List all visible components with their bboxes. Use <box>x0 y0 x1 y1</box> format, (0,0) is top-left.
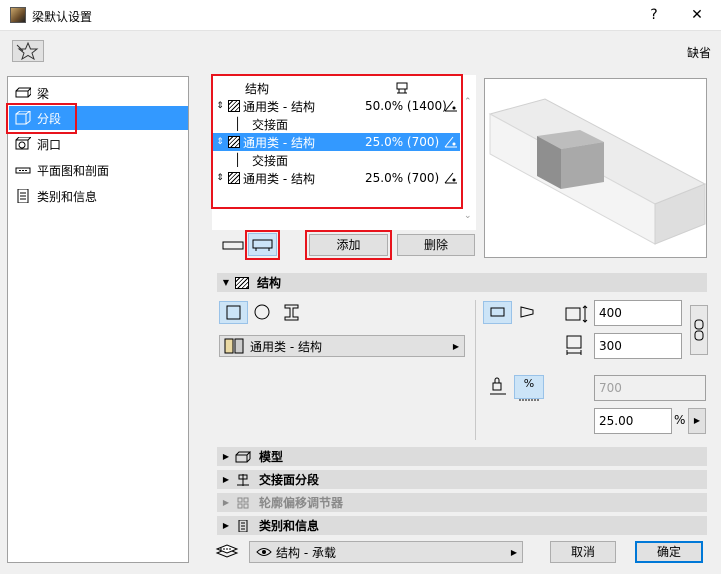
delete-segment-button[interactable]: 删除 <box>397 234 475 256</box>
junction-icon <box>237 473 249 486</box>
document-icon <box>17 189 29 203</box>
section-profile-modifier: ▶ 轮廓偏移调节器 <box>217 493 707 512</box>
hole-icon <box>15 137 31 150</box>
ok-button[interactable]: 确定 <box>635 541 703 563</box>
height-icon <box>566 335 582 355</box>
section-structure[interactable]: ▼ 结构 <box>217 273 707 292</box>
lock-length-icon[interactable] <box>488 376 510 398</box>
tapered-beam-icon <box>520 306 534 318</box>
section-title: 类别和信息 <box>259 519 320 533</box>
title-bar: 梁默认设置 ? ✕ <box>0 0 721 31</box>
collapse-triangle-icon[interactable]: ▼ <box>217 278 235 287</box>
layer-value: 结构 - 承载 <box>276 545 336 560</box>
uniform-segment-toggle[interactable] <box>219 234 248 257</box>
app-icon <box>10 7 26 23</box>
tapered-beam-button[interactable] <box>512 301 541 324</box>
percent-unit-label: % <box>674 413 686 427</box>
nav-item-beam[interactable]: 梁 <box>9 81 188 105</box>
expand-triangle-icon: ▶ <box>222 498 230 507</box>
height-field[interactable]: 300 <box>594 333 682 359</box>
segment-table-empty-area <box>212 209 462 230</box>
i-beam-profile-icon <box>284 304 299 321</box>
percent-icon: % <box>523 377 535 390</box>
width-field[interactable]: 400 <box>594 300 682 326</box>
nav-label: 洞口 <box>37 137 62 152</box>
expand-triangle-icon[interactable]: ▶ <box>217 521 235 530</box>
section-title: 轮廓偏移调节器 <box>259 496 344 510</box>
length-percent-field[interactable]: 25.00 <box>594 408 672 434</box>
segment-table-scrollbar[interactable]: ⌃ ⌄ <box>462 75 476 230</box>
nav-label: 类别和信息 <box>37 189 98 204</box>
scroll-up-icon[interactable]: ⌃ <box>464 97 472 107</box>
document-icon <box>238 519 248 532</box>
length-field: 700 <box>594 375 706 401</box>
building-material-value: 通用类 - 结构 <box>250 339 322 354</box>
nav-item-classification[interactable]: 类别和信息 <box>9 184 188 208</box>
highlight-box-add <box>305 230 392 260</box>
settings-nav-panel: 梁 分段 洞口 平面图和剖面 类别和信息 <box>7 76 189 563</box>
nav-item-floor-plan-section[interactable]: 平面图和剖面 <box>9 158 188 182</box>
beam-preview <box>484 78 707 258</box>
section-title: 模型 <box>259 450 284 464</box>
divider <box>475 300 476 440</box>
highlight-box-segment-toggle <box>245 230 280 260</box>
complex-profile-button[interactable] <box>277 301 306 324</box>
dropdown-arrow-icon: ▶ <box>510 547 517 557</box>
rectangle-profile-icon <box>226 305 241 320</box>
close-button[interactable]: ✕ <box>683 4 711 26</box>
floor-plan-icon <box>15 167 31 174</box>
layer-dropdown[interactable]: 结构 - 承载 ▶ <box>249 541 523 563</box>
cancel-button[interactable]: 取消 <box>550 541 616 563</box>
highlight-box-segment <box>6 103 77 134</box>
default-label: 缺省 <box>686 46 711 60</box>
beam-icon <box>15 87 31 98</box>
beam-3d-preview-image <box>488 98 706 245</box>
percent-length-button[interactable]: % <box>514 375 544 401</box>
model-icon <box>235 451 251 462</box>
nav-item-hole[interactable]: 洞口 <box>9 132 188 156</box>
help-button[interactable]: ? <box>640 4 668 26</box>
length-option-arrow[interactable]: ▶ <box>688 408 706 434</box>
building-material-icon <box>224 338 244 354</box>
circle-profile-icon <box>254 304 270 320</box>
highlight-box-segment-table <box>211 74 463 209</box>
round-profile-button[interactable] <box>248 301 277 324</box>
section-title: 交接面分段 <box>259 473 320 487</box>
link-dimensions-button[interactable] <box>690 305 708 355</box>
profile-modifier-icon <box>237 497 249 508</box>
width-icon <box>565 305 588 323</box>
rectangular-profile-button[interactable] <box>219 301 248 324</box>
layer-icon <box>215 544 239 558</box>
section-classification[interactable]: ▶ 类别和信息 <box>217 516 707 535</box>
dropdown-arrow-icon: ▶ <box>452 341 459 351</box>
nav-label: 平面图和剖面 <box>37 163 110 178</box>
chain-link-icon <box>694 319 704 341</box>
eye-icon <box>256 548 272 556</box>
window-title: 梁默认设置 <box>32 10 93 24</box>
scroll-down-icon[interactable]: ⌄ <box>464 211 472 221</box>
uniform-beam-icon <box>490 307 505 317</box>
section-junction-segment[interactable]: ▶ 交接面分段 <box>217 470 707 489</box>
building-material-dropdown[interactable]: 通用类 - 结构 ▶ <box>219 335 465 357</box>
expand-triangle-icon[interactable]: ▶ <box>217 452 235 461</box>
uniform-segment-icon <box>222 241 244 250</box>
section-title: 结构 <box>257 276 282 290</box>
section-model[interactable]: ▶ 模型 <box>217 447 707 466</box>
uniform-beam-button[interactable] <box>483 301 512 324</box>
structure-hatch-icon <box>235 276 249 289</box>
favorites-star-icon <box>16 41 39 61</box>
expand-triangle-icon[interactable]: ▶ <box>217 475 235 484</box>
dimension-line-icon <box>519 399 539 401</box>
favorites-button[interactable] <box>12 40 44 62</box>
nav-label: 梁 <box>37 86 50 101</box>
